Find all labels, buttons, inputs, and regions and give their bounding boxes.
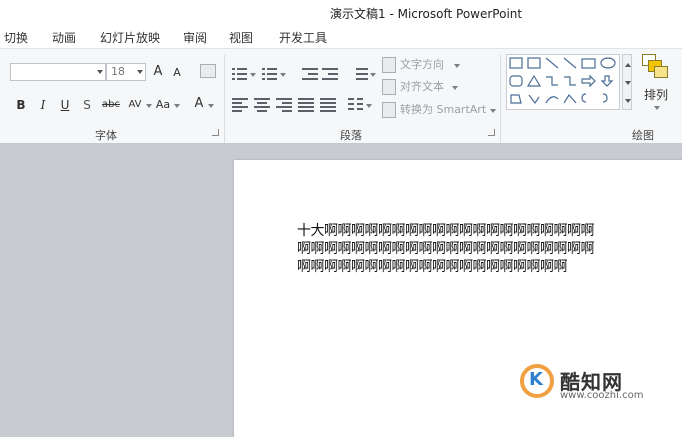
font-color-button[interactable]: A [192,95,206,113]
line-shape-icon [545,57,559,69]
window-title: 演示文稿1 - Microsoft PowerPoint [330,7,523,21]
numbering-icon[interactable] [262,67,278,81]
arrange-label: 排列 [643,88,668,102]
distributed-icon[interactable] [320,97,336,112]
watermark-logo-icon: K [520,364,554,398]
right-arrow-shape-icon [581,74,596,88]
strikethrough-button[interactable]: abc [100,96,122,114]
chevron-down-icon [280,73,286,77]
align-text-icon[interactable] [382,79,396,95]
slide-text-line: 啊啊啊啊啊啊啊啊啊啊啊啊啊啊啊啊啊啊啊啊 [297,259,568,275]
grow-font-button[interactable]: A [150,63,166,81]
change-case-button[interactable]: Aa [154,96,172,114]
chevron-down-icon [208,104,214,108]
clear-format-icon[interactable] [200,64,216,78]
tab-developer[interactable]: 开发工具 [279,29,327,46]
align-text-button[interactable]: 对齐文本 [400,78,444,96]
ribbon-tabs: 切换 动画 幻灯片放映 审阅 视图 开发工具 [0,24,682,48]
paragraph-dialog-launcher-icon[interactable] [488,129,495,136]
chevron-down-icon [454,64,460,68]
justify-icon[interactable] [298,97,314,112]
convert-smartart-button[interactable]: 转换为 SmartArt [400,101,486,119]
font-name-combo[interactable] [10,63,106,81]
chevron-down-icon [654,106,660,110]
tab-review[interactable]: 审阅 [183,29,207,46]
align-right-icon[interactable] [276,97,292,112]
elbow-arrow-connector-icon [564,76,576,86]
font-size-value: 18 [111,65,125,78]
text-direction-icon[interactable] [382,57,396,73]
oval-shape-icon [600,57,616,69]
chevron-down-icon [490,109,496,113]
freeform-shape-icon [510,94,522,104]
bullets-icon[interactable] [232,67,248,81]
columns-icon[interactable] [348,97,364,111]
curve-shape-icon [545,96,559,104]
chevron-down-icon [452,86,458,90]
chevron-down-icon [370,73,376,77]
right-brace-icon [602,93,608,103]
chevron-up-icon[interactable] [625,63,631,67]
left-brace-icon [581,93,587,103]
align-left-icon[interactable] [232,97,248,112]
shrink-font-button[interactable]: A [170,64,184,82]
tab-animations[interactable]: 动画 [52,29,76,46]
rectangle-shape-icon [581,58,596,69]
tab-transitions[interactable]: 切换 [4,29,28,46]
chevron-down-icon [250,73,256,77]
vertical-textbox-shape-icon [527,57,541,69]
arrange-icon-back [654,66,668,78]
arrow-line-shape-icon [563,57,577,69]
paragraph-group-label: 段落 [340,129,362,142]
increase-indent-icon[interactable] [322,67,338,81]
char-spacing-button[interactable]: AV [126,96,144,114]
tab-view[interactable]: 视图 [229,29,253,46]
title-bar: 演示文稿1 - Microsoft PowerPoint [0,0,682,24]
group-divider [500,55,501,143]
text-shadow-button[interactable]: S [80,96,94,114]
font-size-combo[interactable]: 18 [106,63,146,81]
underline-button[interactable]: U [58,96,72,114]
elbow-connector-icon [546,76,558,86]
rounded-rect-shape-icon [509,75,523,87]
decrease-indent-icon[interactable] [302,67,318,81]
chevron-shape-icon [563,93,577,104]
shapes-icons [509,57,616,105]
watermark: K 酷知网 www.coozhi.com [516,364,682,404]
shapes-gallery[interactable] [506,54,620,110]
italic-button[interactable]: I [36,96,50,114]
font-group-label: 字体 [95,129,117,142]
chevron-down-icon[interactable] [625,81,631,85]
textbox-shape-icon [509,57,523,69]
arrange-button[interactable]: 排列 [640,54,674,110]
slide-textbox[interactable]: 十大啊啊啊啊啊啊啊啊啊啊啊啊啊啊啊啊啊啊啊啊 啊啊啊啊啊啊啊啊啊啊啊啊啊啊啊啊啊… [297,222,627,276]
watermark-url: www.coozhi.com [560,390,644,401]
watermark-logo-letter: K [529,369,543,390]
down-arrow-shape-icon [600,75,614,87]
more-shapes-icon[interactable] [625,99,631,103]
chevron-down-icon [146,104,152,108]
align-center-icon[interactable] [254,97,270,112]
chevron-down-icon [97,70,103,74]
triangle-shape-icon [526,74,542,87]
drawing-group-label: 绘图 [632,129,654,142]
group-divider [224,55,225,143]
chevron-down-icon [366,104,372,108]
tab-slideshow[interactable]: 幻灯片放映 [100,29,160,46]
chevron-down-icon [174,104,180,108]
chevron-down-icon [137,70,143,74]
scribble-shape-icon [528,94,540,105]
font-dialog-launcher-icon[interactable] [212,129,219,136]
line-spacing-icon[interactable] [352,67,368,81]
slide-text-line: 啊啊啊啊啊啊啊啊啊啊啊啊啊啊啊啊啊啊啊啊啊啊 [297,241,595,257]
bold-button[interactable]: B [14,96,28,114]
slide-text-line: 十大啊啊啊啊啊啊啊啊啊啊啊啊啊啊啊啊啊啊啊啊 [297,223,595,239]
text-direction-button[interactable]: 文字方向 [400,56,444,74]
smartart-icon[interactable] [382,102,396,118]
shapes-gallery-scroll[interactable] [622,54,632,110]
